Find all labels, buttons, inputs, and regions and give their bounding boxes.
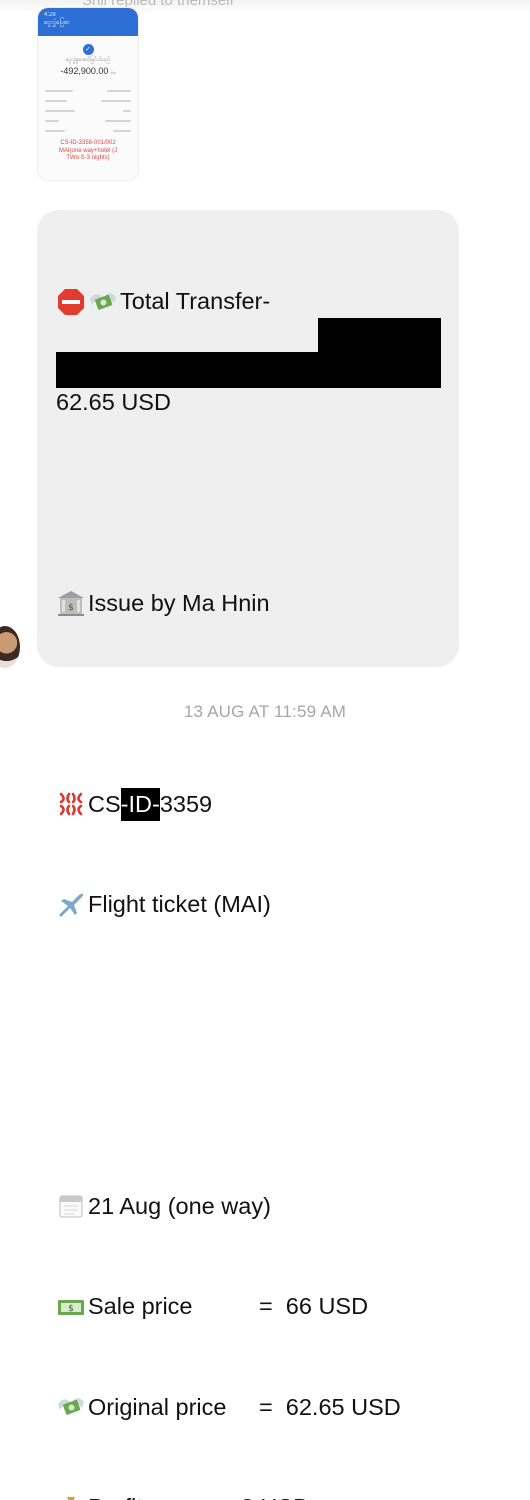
total-amount: 62.65 USD (56, 388, 171, 415)
avatar[interactable] (0, 626, 20, 668)
receipt-note: CS-ID-3358-001/002 MAI(one way+hotel (J … (58, 140, 118, 161)
calendar-icon (59, 1195, 83, 1218)
case-id-line: CS -ID- 3359 (56, 787, 456, 821)
redaction-block (318, 318, 441, 354)
profit-label: Profit. (88, 1491, 214, 1500)
message-text: Total Transfer- 62.65 USD $ Issue by Ma … (56, 218, 456, 1500)
receipt-row (45, 86, 131, 96)
dollar-banknote-icon: $ (58, 1299, 84, 1315)
receipt-detail-rows (45, 86, 131, 136)
svg-text:$: $ (68, 1304, 74, 1314)
sale-price-line: $ Sale price = 66 USD (56, 1290, 456, 1324)
total-amount-line: 62.65 USD (56, 386, 456, 420)
original-price-label: Original price (88, 1393, 227, 1420)
receipt-header: 4:28 ငွေလွှဲပြေစာ (38, 8, 138, 36)
money-with-wings-icon (90, 292, 116, 310)
receipt-row (45, 106, 131, 116)
flight-text: Flight ticket (MAI) (88, 891, 271, 917)
receipt-row (45, 126, 131, 136)
travel-date: 21 Aug (one way) (88, 1192, 271, 1219)
flight-line: Flight ticket (MAI) (56, 888, 456, 922)
case-id-redacted: -ID- (120, 787, 160, 821)
receipt-amount: -492,900.00 Ks (38, 66, 138, 76)
sale-price-value: = 66 USD (259, 1293, 369, 1319)
stop-sign-icon (58, 288, 84, 315)
receipt-amount-value: -492,900.00 (60, 66, 109, 76)
money-bag-icon: $ (67, 1496, 75, 1500)
receipt-currency: Ks (110, 70, 116, 75)
receipt-image-attachment[interactable]: 4:28 ငွေလွှဲပြေစာ ✓ ငွေလွှဲမှုအောင်မြင်ပ… (38, 8, 138, 180)
sale-price-label: Sale price (88, 1293, 193, 1319)
date-line: 21 Aug (one way) (56, 1190, 456, 1224)
original-price-line: Original price = 62.65 USD (56, 1391, 456, 1425)
money-with-wings-icon (58, 1398, 84, 1416)
total-line: Total Transfer- (56, 285, 456, 319)
redaction-block (56, 352, 441, 388)
receipt-label: ငွေလွှဲမှုအောင်မြင်ပါသည် (65, 57, 111, 63)
message-timestamp: 13 AUG AT 11:59 AM (183, 702, 347, 721)
total-label: Total Transfer- (120, 288, 271, 314)
profit-value: = 3 USD (214, 1491, 310, 1500)
receipt-header-title: ငွေလွှဲပြေစာ (44, 20, 70, 27)
receipt-status-bar: 4:28 (44, 12, 56, 18)
case-id-prefix: CS (88, 790, 121, 817)
issue-line: $ Issue by Ma Hnin (56, 587, 456, 621)
issue-by-text: Issue by Ma Hnin (88, 589, 270, 616)
receipt-row (45, 116, 131, 126)
case-id-number: 3359 (159, 790, 213, 817)
receipt-row (45, 96, 131, 106)
bank-icon: $ (58, 591, 84, 617)
anger-symbol-icon (59, 792, 83, 816)
check-circle-icon: ✓ (82, 44, 94, 55)
airplane-icon (59, 893, 84, 917)
profit-line: $ Profit. = 3 USD (56, 1491, 456, 1500)
original-price-value: = 62.65 USD (259, 1393, 401, 1420)
svg-text:$: $ (68, 603, 74, 613)
